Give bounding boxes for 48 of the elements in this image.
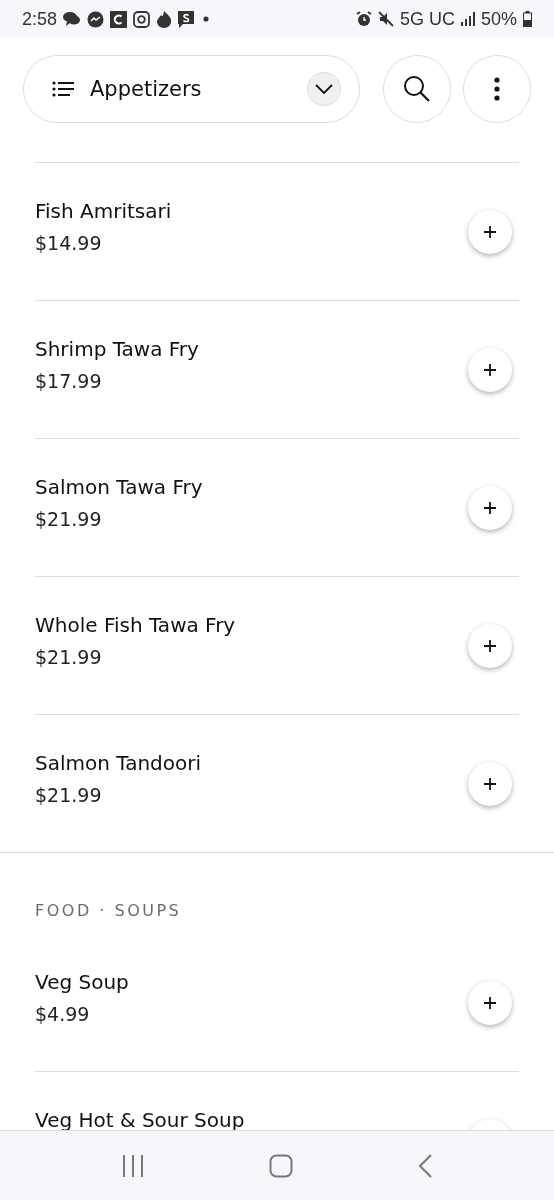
search-icon [403, 75, 431, 103]
item-price: $14.99 [35, 232, 103, 254]
app-icon [178, 10, 195, 28]
plus-icon [484, 997, 496, 1009]
signal-icon [460, 12, 475, 26]
plus-icon [484, 226, 496, 238]
alarm-icon [355, 11, 372, 27]
back-icon [417, 1153, 432, 1178]
plus-icon [484, 364, 496, 376]
battery-percent: 50% [480, 8, 517, 30]
add-button[interactable] [468, 486, 512, 530]
item-name: Salmon Tandoori [35, 751, 203, 775]
item-price: $21.99 [35, 508, 103, 530]
add-button[interactable] [468, 762, 512, 806]
item-name: Whole Fish Tawa Fry [35, 613, 237, 637]
item-price: $4.99 [35, 1003, 91, 1025]
list-icon [52, 81, 74, 97]
category-selector[interactable]: Appetizers [23, 55, 360, 123]
plus-icon [484, 778, 496, 790]
chevron-down-icon [315, 84, 333, 94]
item-name: Salmon Tawa Fry [35, 475, 204, 499]
home-icon [269, 1153, 293, 1178]
battery-icon [523, 11, 532, 27]
plus-icon [484, 502, 496, 514]
status-time: 2:58 [22, 8, 58, 30]
messenger-icon [87, 10, 105, 28]
network-label: 5G UC [399, 8, 455, 30]
add-button[interactable] [468, 348, 512, 392]
section-heading: FOOD · SOUPS [35, 901, 182, 920]
add-button[interactable] [468, 624, 512, 668]
item-name: Veg Soup [35, 970, 130, 994]
flame-icon [156, 10, 173, 28]
item-price: $21.99 [35, 784, 103, 806]
mute-icon [377, 11, 394, 27]
chat-icon [63, 11, 82, 27]
item-price: $17.99 [35, 370, 103, 392]
more-icon [494, 77, 500, 101]
item-name: Shrimp Tawa Fry [35, 337, 200, 361]
camera-icon [133, 10, 151, 28]
item-price: $21.99 [35, 646, 103, 668]
dropdown-button[interactable] [307, 72, 341, 106]
add-button[interactable] [468, 210, 512, 254]
category-label: Appetizers [90, 77, 203, 101]
app-icon [110, 10, 128, 28]
item-name: Fish Amritsari [35, 199, 173, 223]
plus-icon [484, 640, 496, 652]
add-button[interactable] [468, 981, 512, 1025]
recents-icon [122, 1153, 145, 1178]
